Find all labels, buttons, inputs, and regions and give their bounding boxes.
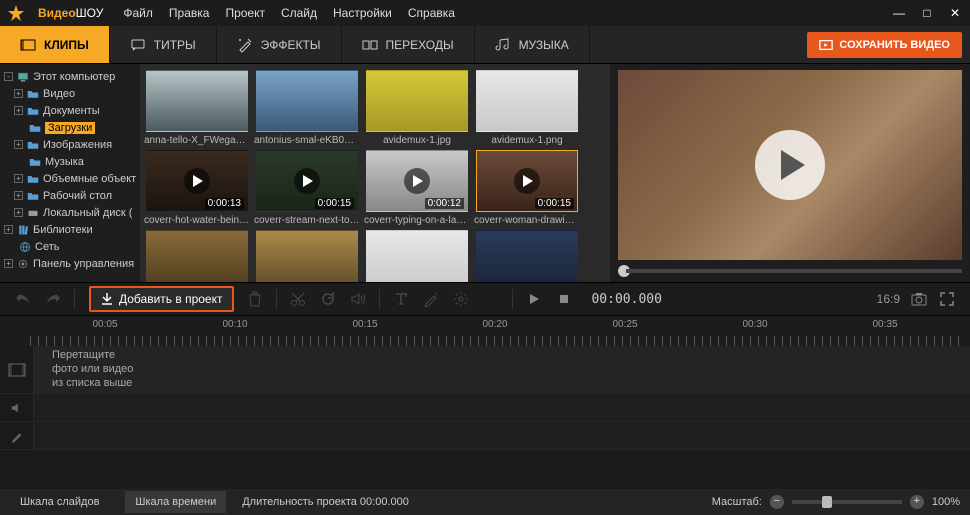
tree-toggle-icon[interactable]: -	[4, 72, 13, 81]
tab-3[interactable]: ПЕРЕХОДЫ	[342, 26, 475, 63]
cut-icon[interactable]	[289, 290, 307, 308]
thumbnail-8[interactable]	[144, 230, 250, 282]
ruler-mark: 00:25	[612, 319, 637, 330]
zoom-value: 100%	[932, 496, 960, 508]
thumbnail-3[interactable]: avidemux-1.png	[474, 70, 580, 146]
video-track-head	[0, 346, 34, 393]
tree-item-11[interactable]: +Панель управления	[0, 255, 140, 272]
project-duration: Длительность проекта 00:00.000	[242, 496, 409, 508]
fullscreen-icon[interactable]	[938, 290, 956, 308]
redo-icon[interactable]	[44, 290, 62, 308]
fx-track-head	[0, 422, 34, 449]
volume-icon[interactable]	[349, 290, 367, 308]
preview-video[interactable]	[618, 70, 962, 260]
thumbnail-6[interactable]: 0:00:12coverr-typing-on-a-laptop...	[364, 150, 470, 226]
audio-track[interactable]	[34, 394, 970, 421]
effects-icon[interactable]	[422, 290, 440, 308]
tab-2[interactable]: ЭФФЕКТЫ	[217, 26, 342, 63]
video-track[interactable]: Перетащите фото или видео из списка выше	[34, 346, 970, 393]
timeline-play-icon[interactable]	[525, 290, 543, 308]
aspect-ratio[interactable]: 16:9	[877, 292, 900, 306]
tree-toggle-icon[interactable]: +	[14, 174, 23, 183]
timeline-ruler[interactable]: 00:05 00:10 00:15 00:20 00:25 00:30 00:35	[0, 316, 970, 346]
snapshot-icon[interactable]	[910, 290, 928, 308]
thumbnail-11[interactable]	[474, 230, 580, 282]
audio-track-head	[0, 394, 34, 421]
zoom-out-button[interactable]: −	[770, 495, 784, 509]
ruler-mark: 00:30	[742, 319, 767, 330]
close-button[interactable]: ✕	[948, 6, 962, 20]
ruler-mark: 00:05	[92, 319, 117, 330]
zoom-handle[interactable]	[822, 496, 832, 508]
tree-item-8[interactable]: +Локальный диск (	[0, 204, 140, 221]
tree-item-7[interactable]: +Рабочий стол	[0, 187, 140, 204]
tree-toggle-icon[interactable]: +	[14, 89, 23, 98]
menu-настройки[interactable]: Настройки	[333, 6, 392, 20]
thumbnails-panel: anna-tello-X_FWega1EU0-...antonius-smal-…	[140, 64, 610, 282]
tab-0[interactable]: КЛИПЫ	[0, 26, 110, 63]
thumbnail-5[interactable]: 0:00:15coverr-stream-next-to-the...	[254, 150, 360, 226]
thumbnail-9[interactable]	[254, 230, 360, 282]
tree-toggle-icon[interactable]: +	[4, 225, 13, 234]
maximize-button[interactable]: □	[920, 6, 934, 20]
delete-icon[interactable]	[246, 290, 264, 308]
menu-правка[interactable]: Правка	[169, 6, 210, 20]
ruler-mark: 00:10	[222, 319, 247, 330]
menu-файл[interactable]: Файл	[123, 6, 153, 20]
tree-item-2[interactable]: +Документы	[0, 102, 140, 119]
slides-scale-tab[interactable]: Шкала слайдов	[10, 491, 109, 513]
timeline-stop-icon[interactable]	[555, 290, 573, 308]
ruler-mark: 00:35	[872, 319, 897, 330]
settings-icon[interactable]	[452, 290, 470, 308]
preview-scrub-track[interactable]	[626, 269, 962, 273]
tree-toggle-icon[interactable]: +	[4, 259, 13, 268]
time-scale-tab[interactable]: Шкала времени	[125, 491, 226, 513]
timecode: 00:00.000	[591, 292, 661, 307]
tree-toggle-icon[interactable]: +	[14, 106, 23, 115]
tree-toggle-icon[interactable]: +	[14, 208, 23, 217]
add-to-project-button[interactable]: Добавить в проект	[89, 286, 234, 312]
tree-item-1[interactable]: +Видео	[0, 85, 140, 102]
zoom-slider[interactable]	[792, 500, 902, 504]
ruler-mark: 00:15	[352, 319, 377, 330]
app-title: ВидеоШОУ	[38, 6, 103, 20]
thumbnail-10[interactable]	[364, 230, 470, 282]
tab-1[interactable]: ТИТРЫ	[110, 26, 217, 63]
fx-track[interactable]	[34, 422, 970, 449]
zoom-in-button[interactable]: +	[910, 495, 924, 509]
save-video-button[interactable]: СОХРАНИТЬ ВИДЕО	[807, 32, 962, 58]
thumbnail-7[interactable]: 0:00:15coverr-woman-drawing-in-...	[474, 150, 580, 226]
tree-toggle-icon[interactable]: +	[14, 191, 23, 200]
menu-справка[interactable]: Справка	[408, 6, 455, 20]
thumbnail-2[interactable]: avidemux-1.jpg	[364, 70, 470, 146]
tree-item-3[interactable]: Загрузки	[0, 119, 140, 136]
minimize-button[interactable]: —	[892, 6, 906, 20]
zoom-label: Масштаб:	[712, 496, 762, 508]
thumbnail-0[interactable]: anna-tello-X_FWega1EU0-...	[144, 70, 250, 146]
tree-toggle-icon[interactable]: +	[14, 140, 23, 149]
tree-item-9[interactable]: +Библиотеки	[0, 221, 140, 238]
folder-tree[interactable]: -Этот компьютер+Видео+ДокументыЗагрузки+…	[0, 64, 140, 282]
text-icon[interactable]	[392, 290, 410, 308]
preview-play-button[interactable]	[755, 130, 825, 200]
thumbnail-1[interactable]: antonius-smal-eKB0NmlUe...	[254, 70, 360, 146]
drop-hint: Перетащите фото или видео из списка выше	[52, 348, 133, 390]
thumbnail-4[interactable]: 0:00:13coverr-hot-water-being-p...	[144, 150, 250, 226]
tree-item-6[interactable]: +Объемные объект	[0, 170, 140, 187]
undo-icon[interactable]	[14, 290, 32, 308]
tree-item-0[interactable]: -Этот компьютер	[0, 68, 140, 85]
menu-проект[interactable]: Проект	[225, 6, 265, 20]
ruler-mark: 00:20	[482, 319, 507, 330]
tree-item-4[interactable]: +Изображения	[0, 136, 140, 153]
tree-item-10[interactable]: Сеть	[0, 238, 140, 255]
app-logo	[8, 5, 24, 21]
rotate-icon[interactable]	[319, 290, 337, 308]
tree-item-5[interactable]: Музыка	[0, 153, 140, 170]
menu-слайд[interactable]: Слайд	[281, 6, 317, 20]
tab-4[interactable]: МУЗЫКА	[475, 26, 590, 63]
